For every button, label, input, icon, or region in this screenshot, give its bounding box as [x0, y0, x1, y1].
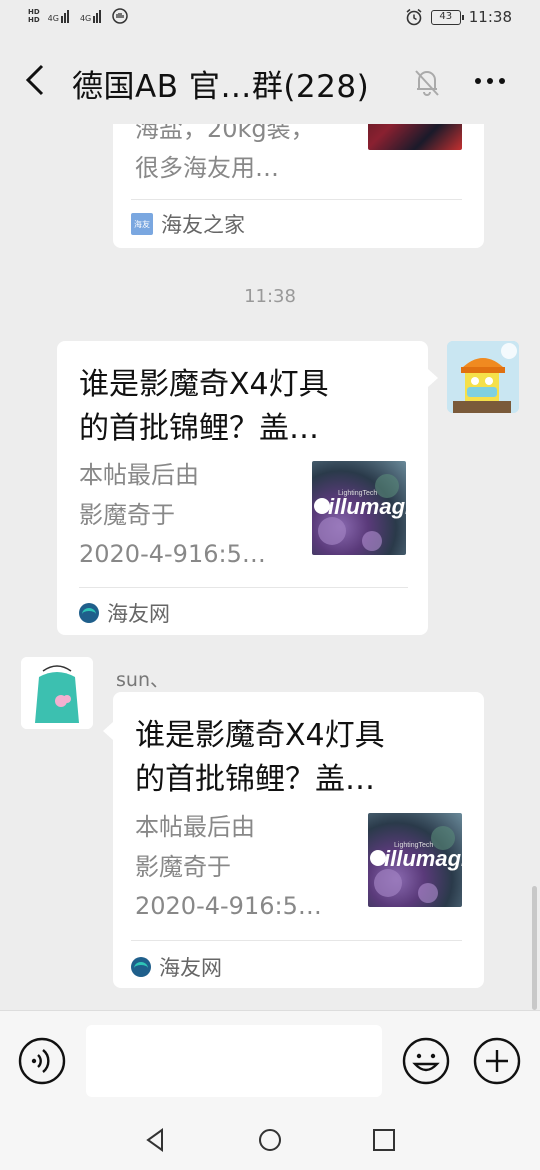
card-title-line: 的首批锦鲤？盖…: [79, 411, 319, 446]
app-notification-icon: [112, 8, 129, 24]
card-desc-line: 本帖最后由: [135, 813, 255, 841]
card-title-line: 谁是影魔奇X4灯具: [135, 718, 385, 753]
status-bar: HD HD 4G 4G 43 11:38: [0, 0, 540, 36]
alarm-icon: [406, 8, 422, 26]
page-title: 德国AB 官…群(228): [72, 69, 370, 105]
status-right: 43 11:38: [405, 8, 512, 26]
card-desc-line: 2020-4-916:5…: [135, 892, 322, 920]
message-input[interactable]: [86, 1025, 382, 1097]
back-arrow-icon[interactable]: [18, 58, 54, 102]
card-divider: [131, 940, 462, 941]
card-thumbnail: [368, 124, 462, 150]
thumb-brand-subtext: LightingTech: [338, 490, 377, 497]
avatar-sender[interactable]: [21, 657, 93, 729]
link-card-received[interactable]: 谁是影魔奇X4灯具 的首批锦鲤？盖… 本帖最后由 影魔奇于 2020-4-916…: [113, 692, 484, 988]
card-divider: [79, 587, 408, 588]
card-thumbnail: illumagi LightingTech: [368, 813, 462, 907]
card-source-label: 海友网: [159, 956, 222, 980]
card-desc-line: 很多海友用…: [135, 154, 279, 182]
card-source: 海友网: [131, 952, 222, 982]
haiyou-net-icon: [131, 957, 151, 977]
card-divider: [131, 199, 462, 200]
card-source-label: 海友之家: [161, 213, 245, 237]
status-left: HD HD 4G 4G: [28, 8, 129, 24]
card-desc-line: 海盐，20kg装，: [135, 124, 315, 143]
battery-icon: 43: [430, 9, 464, 25]
sender-name: sun、: [116, 669, 169, 691]
avatar-self[interactable]: [447, 341, 519, 413]
chat-area[interactable]: 海盐，20kg装， 很多海友用… 海友 海友之家 11:38 谁是影魔奇X4灯具…: [0, 124, 540, 1010]
mute-bell-icon: [415, 70, 439, 96]
plus-icon[interactable]: [473, 1037, 521, 1085]
haiyou-net-icon: [79, 603, 99, 623]
scrollbar[interactable]: [532, 886, 537, 1010]
sim1-label: 4G: [47, 14, 59, 23]
message-timestamp: 11:38: [244, 286, 296, 307]
card-desc-line: 影魔奇于: [79, 501, 175, 529]
card-source-label: 海友网: [107, 602, 170, 626]
signal-icon-2: 4G: [80, 9, 104, 23]
card-title-line: 的首批锦鲤？盖…: [135, 762, 375, 797]
card-desc-line: 2020-4-916:5…: [79, 540, 266, 568]
thumb-brand-subtext: LightingTech: [394, 842, 433, 849]
link-card-partial[interactable]: 海盐，20kg装， 很多海友用… 海友 海友之家: [113, 124, 484, 248]
more-dots-icon[interactable]: [470, 64, 510, 98]
card-desc-line: 影魔奇于: [135, 853, 231, 881]
thumb-brand-text: illumagi: [328, 494, 406, 519]
thumb-brand-text: illumagi: [384, 846, 462, 871]
system-nav-bar: [0, 1110, 540, 1170]
haiyou-home-icon: 海友: [131, 213, 153, 235]
sim2-label: 4G: [79, 14, 92, 23]
voice-icon[interactable]: [18, 1037, 66, 1085]
card-title-line: 谁是影魔奇X4灯具: [79, 367, 329, 402]
card-thumbnail: illumagi LightingTech: [312, 461, 406, 555]
card-source: 海友网: [79, 598, 170, 628]
nav-home-icon[interactable]: [256, 1126, 284, 1154]
nav-back-icon[interactable]: [142, 1126, 170, 1154]
nav-recent-icon[interactable]: [370, 1126, 398, 1154]
hd-icon: HD HD: [28, 8, 40, 24]
card-desc-line: 本帖最后由: [79, 461, 199, 489]
bubble-tail: [103, 722, 113, 740]
bubble-tail: [428, 369, 438, 387]
status-time: 11:38: [468, 8, 512, 26]
input-bar: [0, 1010, 540, 1110]
card-source: 海友 海友之家: [131, 209, 245, 239]
signal-icon-1: 4G: [48, 9, 72, 23]
link-card-self[interactable]: 谁是影魔奇X4灯具 的首批锦鲤？盖… 本帖最后由 影魔奇于 2020-4-916…: [57, 341, 428, 635]
title-bar: 德国AB 官…群(228): [0, 36, 540, 124]
emoji-icon[interactable]: [402, 1037, 450, 1085]
